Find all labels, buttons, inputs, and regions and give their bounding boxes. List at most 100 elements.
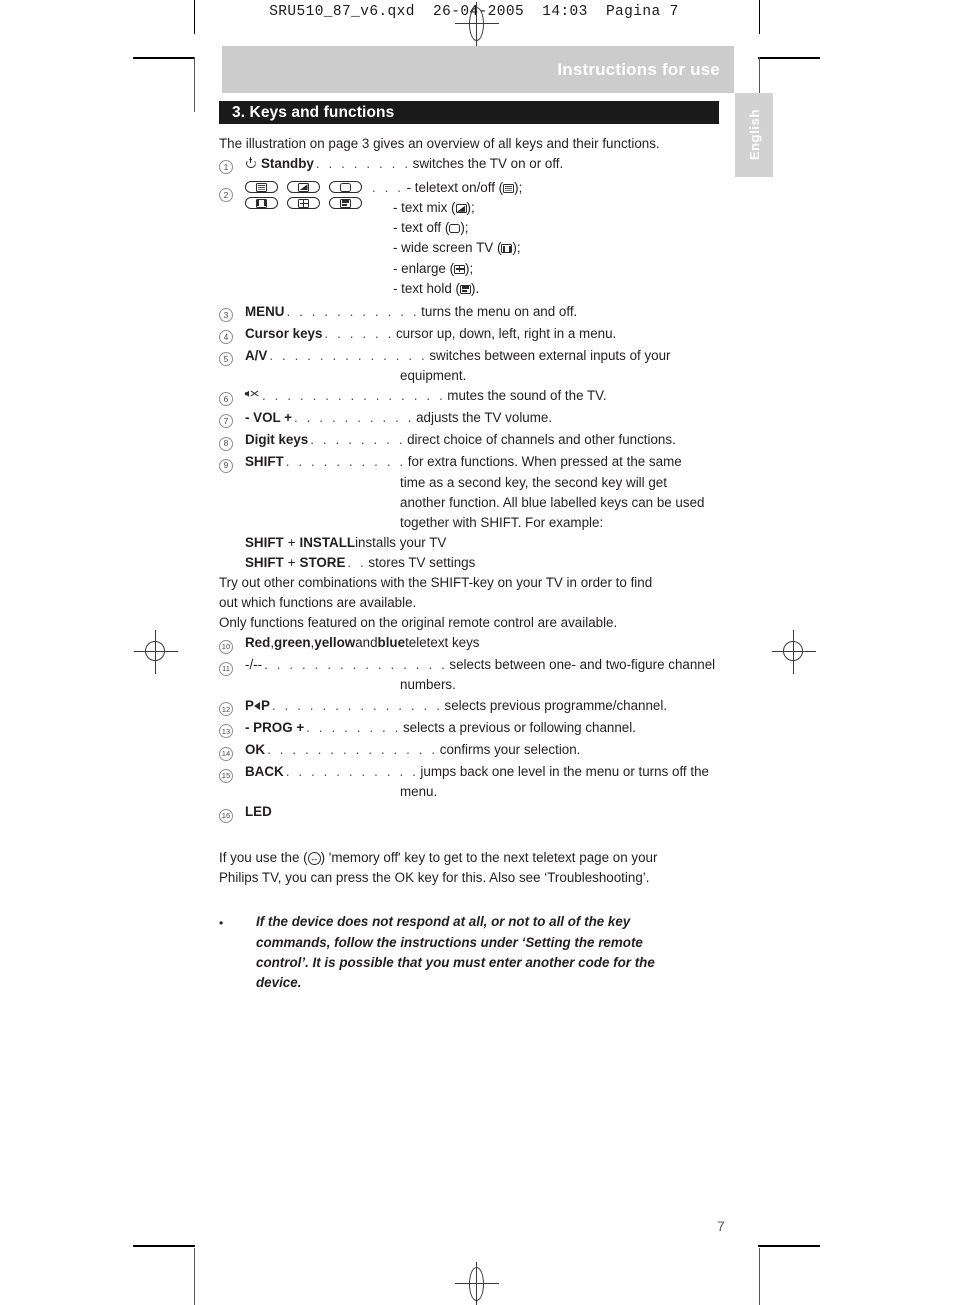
combo-key-label: STORE bbox=[299, 554, 346, 570]
trim-line-bottom-left bbox=[194, 1248, 195, 1305]
trim-line-bottom-right bbox=[759, 1248, 760, 1305]
enlarge-button bbox=[287, 197, 320, 210]
leader-dots: . . . . . . . . . . . . . bbox=[269, 347, 428, 363]
key-label: A/V bbox=[245, 347, 268, 363]
key-entry-av: 5 A/V . . . . . . . . . . . . . switches… bbox=[219, 346, 729, 386]
key-entry-ok: 14 OK . . . . . . . . . . . . . . confir… bbox=[219, 740, 729, 762]
leader-dots: . . . . . . . . . . . . . . . bbox=[262, 388, 446, 404]
memory-note-prefix: If you use the ( bbox=[219, 850, 308, 866]
key-entry-cursor-keys: 4 Cursor keys . . . . . . cursor up, dow… bbox=[219, 324, 729, 346]
mute-icon bbox=[245, 388, 259, 400]
key-description-continued: menu. bbox=[400, 783, 438, 799]
key-description: switches the TV on or off. bbox=[412, 156, 564, 172]
warning-line: control’. It is possible that you must e… bbox=[256, 954, 655, 970]
leader-dots: . . . . . . . . . . . . . . . bbox=[264, 657, 448, 673]
colour-key-blue: blue bbox=[377, 635, 406, 651]
memory-note-suffix: ) 'memory off' key to get to the next te… bbox=[320, 850, 658, 866]
teletext-line-text: - enlarge ( bbox=[393, 260, 455, 276]
shift-key-label: SHIFT bbox=[245, 534, 284, 550]
key-label: - PROG + bbox=[245, 719, 305, 735]
leader-dots: . . . . . . . . bbox=[315, 156, 411, 172]
teletext-function-list: . . . - teletext on/off (); - text mix (… bbox=[362, 178, 729, 299]
text-off-icon bbox=[449, 224, 461, 234]
leader-dots: . . . . . . . . . . . . . . bbox=[267, 741, 438, 757]
circled-number: 12 bbox=[219, 702, 233, 717]
key-entry-previous-programme: 12 PP . . . . . . . . . . . . . . select… bbox=[219, 696, 729, 718]
teletext-line-text: - wide screen TV ( bbox=[393, 240, 502, 256]
key-description: direct choice of channels and other func… bbox=[407, 432, 676, 448]
key-description: selects between one- and two-figure chan… bbox=[449, 657, 716, 673]
combo-key-label: INSTALL bbox=[299, 534, 356, 550]
plus-sign: + bbox=[287, 534, 296, 550]
teletext-line: - text off (); bbox=[372, 218, 729, 238]
crop-mark-bottom-left-horizontal bbox=[133, 1245, 195, 1247]
colour-key-red: Red bbox=[245, 635, 271, 651]
leader-dots: . . . . . . . . bbox=[310, 432, 406, 448]
wide-screen-tv-icon bbox=[501, 244, 513, 254]
entry-number: 13 bbox=[219, 718, 245, 740]
teletext-line: - wide screen TV (); bbox=[372, 238, 729, 258]
plus-sign: + bbox=[287, 554, 296, 570]
shift-example-store: SHIFT + STORE . . stores TV settings bbox=[219, 553, 729, 573]
paragraph-try-combinations-line2: out which functions are available. bbox=[219, 595, 417, 611]
key-description: confirms your selection. bbox=[439, 741, 581, 757]
key-label: - VOL + bbox=[245, 410, 293, 426]
entry-number: 3 bbox=[219, 302, 245, 324]
circled-number: 5 bbox=[219, 352, 233, 367]
colour-key-green: green bbox=[274, 635, 311, 651]
crop-mark-bottom-right-horizontal bbox=[758, 1245, 820, 1247]
entry-number: 5 bbox=[219, 346, 245, 368]
key-entry-back: 15 BACK . . . . . . . . . . . jumps back… bbox=[219, 762, 729, 802]
entry-number: 14 bbox=[219, 740, 245, 762]
teletext-line: - text mix (); bbox=[372, 198, 729, 218]
memory-off-icon: ↔ bbox=[307, 851, 321, 865]
key-description-continued: equipment. bbox=[400, 368, 467, 384]
text-hold-button bbox=[329, 197, 362, 210]
key-description: selects a previous or following channel. bbox=[402, 719, 636, 735]
wide-screen-tv-icon bbox=[256, 198, 267, 208]
key-label: Digit keys bbox=[245, 432, 309, 448]
trim-line-left bbox=[194, 57, 195, 112]
leader-dots: . . . . . . . . . . bbox=[285, 454, 406, 470]
key-label: MENU bbox=[245, 303, 285, 319]
teletext-line-text: - text off ( bbox=[393, 220, 450, 236]
entry-number: 2 bbox=[219, 178, 245, 204]
conjunction: and bbox=[355, 635, 378, 651]
enlarge-icon bbox=[454, 264, 466, 274]
entry-number: 6 bbox=[219, 386, 245, 408]
warning-note: • If the device does not respond at all,… bbox=[219, 912, 729, 993]
text-mix-icon bbox=[298, 182, 309, 192]
key-entry-menu: 3 MENU . . . . . . . . . . . turns the m… bbox=[219, 302, 729, 324]
registration-mark-top bbox=[455, 2, 499, 46]
shift-example-install: SHIFT + INSTALL installs your TV bbox=[219, 533, 729, 553]
key-description: cursor up, down, left, right in a menu. bbox=[395, 325, 617, 341]
circled-number: 15 bbox=[219, 768, 233, 783]
circled-number: 13 bbox=[219, 724, 233, 739]
intro-paragraph: The illustration on page 3 gives an over… bbox=[219, 136, 660, 151]
leader-dots: . . . . . . . . . . . bbox=[286, 303, 420, 319]
warning-line: commands, follow the instructions under … bbox=[256, 934, 643, 950]
circled-number: 2 bbox=[219, 188, 233, 203]
teletext-on-off-button bbox=[245, 181, 278, 194]
teletext-line-tail: ). bbox=[470, 280, 480, 296]
registration-mark-left bbox=[134, 630, 178, 674]
entry-number: 16 bbox=[219, 802, 245, 824]
memory-off-note-line2: Philips TV, you can press the OK key for… bbox=[219, 870, 650, 886]
entry-number: 11 bbox=[219, 655, 245, 677]
teletext-line-text: - teletext on/off ( bbox=[406, 180, 504, 196]
teletext-button-grid bbox=[245, 178, 362, 213]
leader-dots: . . . . . . bbox=[324, 325, 394, 341]
key-description-continued: together with SHIFT. For example: bbox=[400, 514, 604, 530]
entry-number: 7 bbox=[219, 408, 245, 430]
page-banner: Instructions for use bbox=[222, 46, 734, 93]
key-entry-one-two-figure: 11 -/-- . . . . . . . . . . . . . . . se… bbox=[219, 655, 729, 695]
left-triangle-icon bbox=[254, 701, 261, 710]
leader-dots: . . . . . . . . . . . bbox=[285, 763, 419, 779]
paragraph-only-original-functions: Only functions featured on the original … bbox=[219, 615, 618, 631]
teletext-line-tail: ); bbox=[465, 260, 474, 276]
teletext-line: - text hold (). bbox=[372, 279, 729, 299]
text-off-button bbox=[329, 181, 362, 194]
entry-number: 9 bbox=[219, 452, 245, 474]
enlarge-icon bbox=[298, 198, 309, 208]
key-description: for extra functions. When pressed at the… bbox=[407, 454, 682, 470]
